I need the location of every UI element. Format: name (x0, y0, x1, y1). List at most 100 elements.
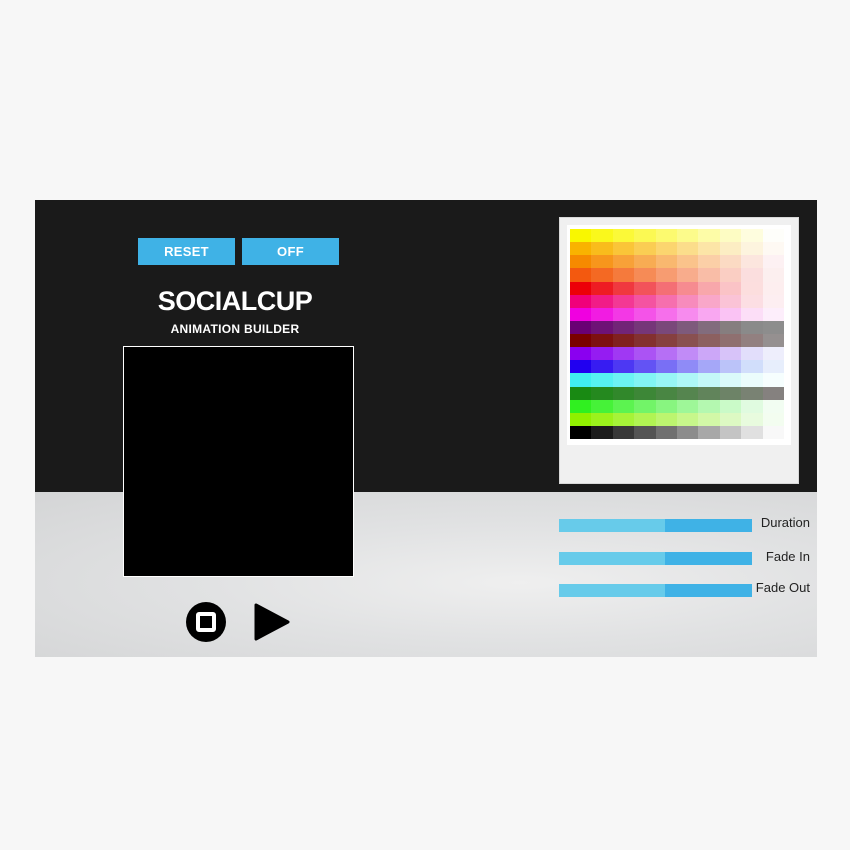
palette-swatch[interactable] (655, 412, 678, 426)
palette-swatch[interactable] (762, 347, 785, 361)
palette-swatch[interactable] (741, 307, 763, 321)
palette-swatch[interactable] (762, 281, 785, 295)
palette-swatch[interactable] (677, 412, 699, 426)
palette-swatch[interactable] (655, 255, 678, 269)
play-button[interactable] (254, 602, 290, 642)
palette-swatch[interactable] (677, 360, 699, 374)
palette-swatch[interactable] (612, 229, 635, 243)
palette-swatch[interactable] (677, 425, 699, 439)
palette-swatch[interactable] (634, 360, 656, 374)
palette-swatch[interactable] (591, 334, 613, 348)
palette-swatch[interactable] (612, 373, 635, 387)
palette-swatch[interactable] (719, 242, 742, 256)
palette-swatch[interactable] (591, 399, 613, 413)
palette-swatch[interactable] (612, 412, 635, 426)
palette-swatch[interactable] (719, 320, 742, 334)
palette-swatch[interactable] (655, 399, 678, 413)
palette-swatch[interactable] (570, 268, 592, 282)
palette-swatch[interactable] (719, 281, 742, 295)
palette-swatch[interactable] (741, 334, 763, 348)
palette-swatch[interactable] (698, 425, 720, 439)
palette-swatch[interactable] (762, 255, 785, 269)
palette-swatch[interactable] (570, 255, 592, 269)
palette-swatch[interactable] (570, 399, 592, 413)
palette-swatch[interactable] (570, 373, 592, 387)
palette-swatch[interactable] (591, 412, 613, 426)
palette-swatch[interactable] (591, 268, 613, 282)
palette-swatch[interactable] (677, 294, 699, 308)
palette-swatch[interactable] (741, 425, 763, 439)
palette-swatch[interactable] (698, 360, 720, 374)
palette-swatch[interactable] (698, 347, 720, 361)
palette-swatch[interactable] (591, 229, 613, 243)
palette-swatch[interactable] (655, 320, 678, 334)
palette-swatch[interactable] (698, 255, 720, 269)
palette-swatch[interactable] (612, 399, 635, 413)
palette-swatch[interactable] (741, 294, 763, 308)
palette-swatch[interactable] (591, 281, 613, 295)
palette-swatch[interactable] (655, 360, 678, 374)
palette-swatch[interactable] (698, 320, 720, 334)
palette-swatch[interactable] (570, 320, 592, 334)
palette-swatch[interactable] (570, 412, 592, 426)
palette-swatch[interactable] (570, 334, 592, 348)
palette-swatch[interactable] (719, 373, 742, 387)
palette-swatch[interactable] (698, 294, 720, 308)
palette-swatch[interactable] (741, 386, 763, 400)
palette-swatch[interactable] (591, 255, 613, 269)
palette-swatch[interactable] (634, 412, 656, 426)
palette-swatch[interactable] (698, 242, 720, 256)
palette-swatch[interactable] (741, 255, 763, 269)
palette-swatch[interactable] (677, 334, 699, 348)
duration-slider[interactable] (559, 519, 752, 532)
palette-swatch[interactable] (677, 347, 699, 361)
palette-swatch[interactable] (741, 347, 763, 361)
palette-swatch[interactable] (741, 412, 763, 426)
palette-swatch[interactable] (612, 386, 635, 400)
palette-swatch[interactable] (719, 399, 742, 413)
palette-swatch[interactable] (612, 268, 635, 282)
palette-swatch[interactable] (591, 386, 613, 400)
reset-button[interactable]: RESET (138, 238, 235, 265)
palette-swatch[interactable] (634, 229, 656, 243)
palette-swatch[interactable] (570, 425, 592, 439)
palette-swatch[interactable] (698, 307, 720, 321)
palette-swatch[interactable] (591, 320, 613, 334)
palette-swatch[interactable] (655, 373, 678, 387)
palette-swatch[interactable] (741, 229, 763, 243)
palette-swatch[interactable] (612, 307, 635, 321)
palette-swatch[interactable] (698, 373, 720, 387)
palette-swatch[interactable] (591, 307, 613, 321)
palette-swatch[interactable] (655, 386, 678, 400)
palette-swatch[interactable] (677, 399, 699, 413)
palette-swatch[interactable] (719, 307, 742, 321)
palette-swatch[interactable] (634, 425, 656, 439)
palette-swatch[interactable] (762, 334, 785, 348)
palette-swatch[interactable] (634, 386, 656, 400)
palette-swatch[interactable] (612, 294, 635, 308)
palette-swatch[interactable] (719, 334, 742, 348)
palette-swatch[interactable] (591, 294, 613, 308)
off-button[interactable]: OFF (242, 238, 339, 265)
palette-swatch[interactable] (698, 334, 720, 348)
palette-swatch[interactable] (719, 425, 742, 439)
palette-swatch[interactable] (677, 268, 699, 282)
palette-swatch[interactable] (698, 281, 720, 295)
palette-swatch[interactable] (612, 320, 635, 334)
palette-swatch[interactable] (741, 373, 763, 387)
palette-swatch[interactable] (762, 360, 785, 374)
palette-swatch[interactable] (698, 229, 720, 243)
palette-swatch[interactable] (698, 412, 720, 426)
stop-button[interactable] (186, 602, 226, 642)
palette-swatch[interactable] (762, 229, 785, 243)
palette-swatch[interactable] (655, 347, 678, 361)
palette-swatch[interactable] (655, 268, 678, 282)
palette-swatch[interactable] (634, 320, 656, 334)
palette-swatch[interactable] (634, 307, 656, 321)
palette-swatch[interactable] (634, 294, 656, 308)
palette-swatch[interactable] (677, 373, 699, 387)
palette-swatch[interactable] (612, 425, 635, 439)
fade-out-slider[interactable] (559, 584, 752, 597)
palette-swatch[interactable] (612, 242, 635, 256)
animation-canvas[interactable] (123, 346, 354, 577)
